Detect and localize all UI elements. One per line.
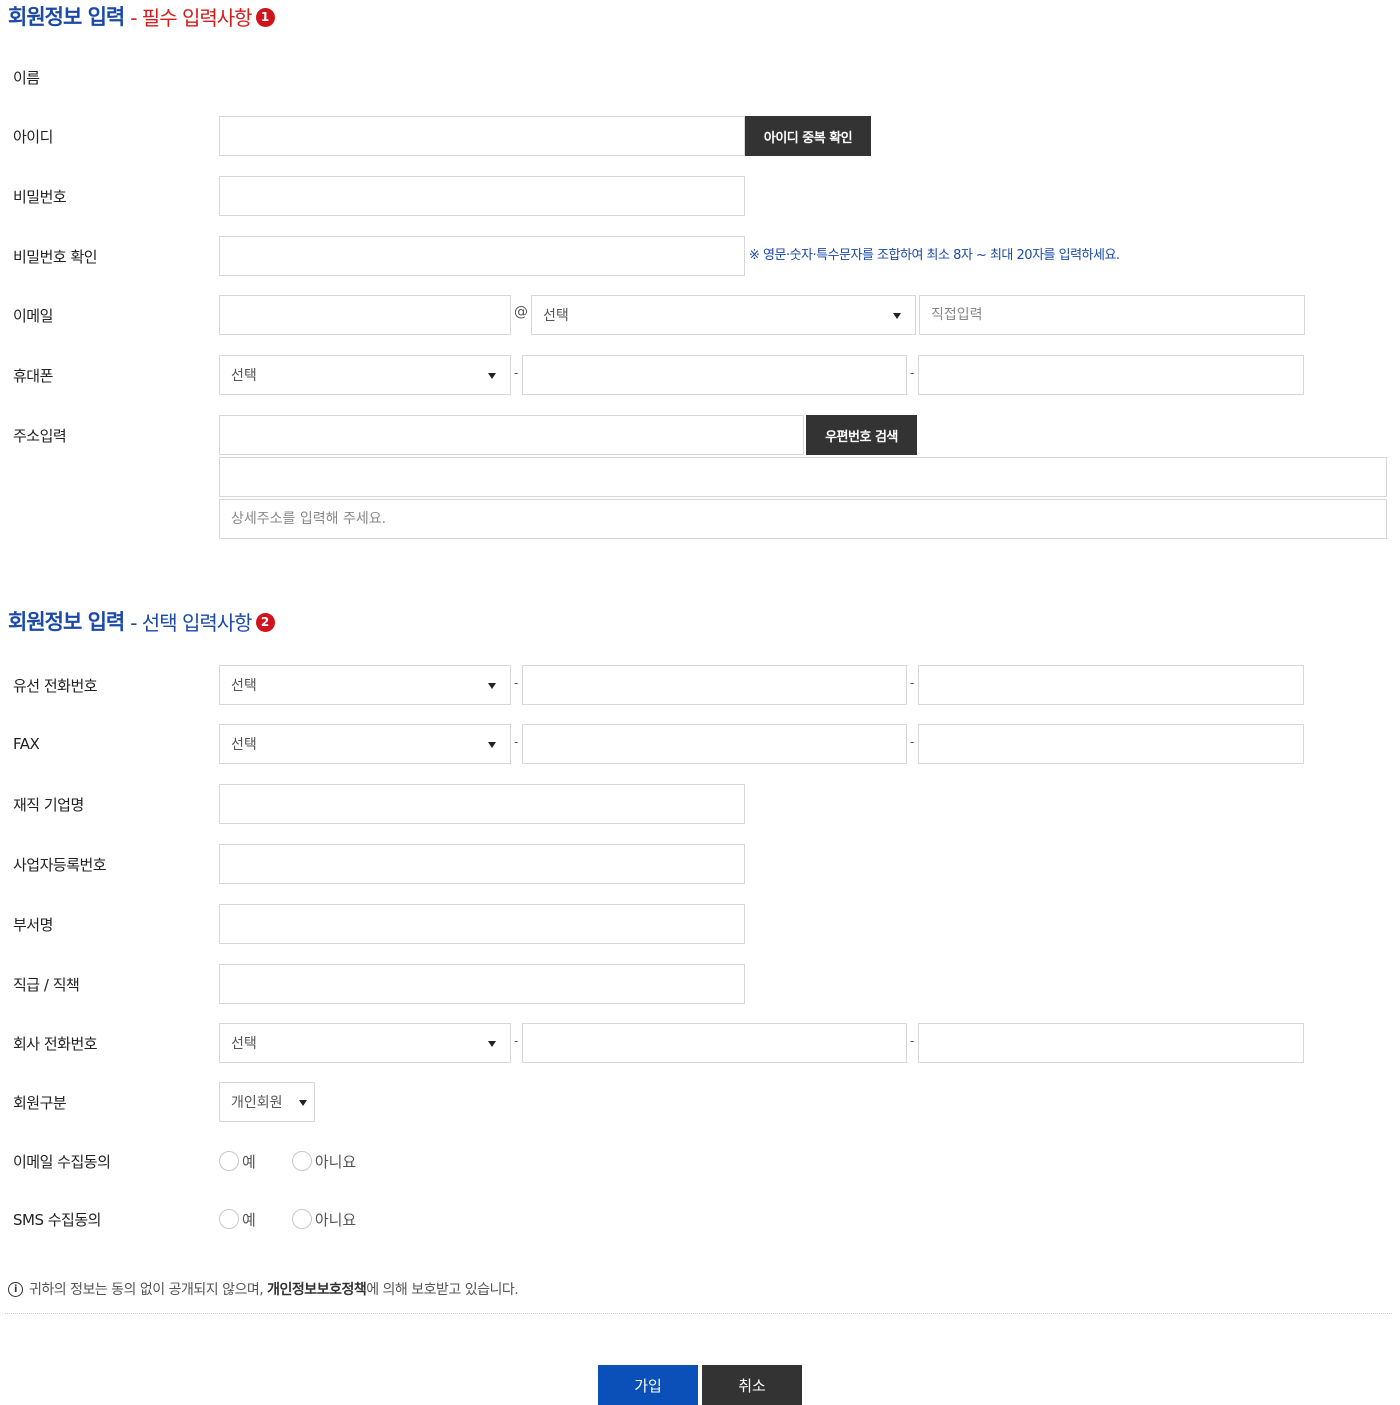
radio-label: 아니요 (314, 1152, 357, 1171)
company-label: 재직 기업명 (13, 795, 84, 814)
caret-down-icon (893, 313, 901, 319)
radio-button[interactable] (219, 1151, 239, 1171)
password-confirm-input[interactable] (219, 236, 745, 276)
password-confirm-label: 비밀번호 확인 (13, 247, 98, 266)
member-type-label: 회원구분 (13, 1093, 67, 1112)
address-input[interactable] (219, 457, 1387, 497)
position-input[interactable] (219, 964, 745, 1004)
divider (5, 1313, 1392, 1314)
fax-prefix-select[interactable]: 선택 (219, 724, 511, 764)
step-badge: 1 (255, 7, 275, 27)
caret-down-icon (488, 373, 496, 379)
company-input[interactable] (219, 784, 745, 824)
dash: - (514, 676, 519, 690)
dash: - (514, 735, 519, 749)
caret-down-icon (488, 1041, 496, 1047)
radio-button[interactable] (219, 1209, 239, 1229)
section-title-main: 회원정보 입력 (8, 610, 125, 634)
business-no-input[interactable] (219, 844, 745, 884)
mobile-last-input[interactable] (918, 355, 1304, 395)
position-label: 직급 / 직책 (13, 975, 80, 994)
fax-last-input[interactable] (918, 724, 1304, 764)
landline-last-input[interactable] (918, 665, 1304, 705)
mobile-middle-input[interactable] (522, 355, 907, 395)
name-label: 이름 (13, 68, 40, 87)
zipcode-input[interactable] (219, 415, 804, 455)
email-consent-label: 이메일 수집동의 (13, 1152, 111, 1171)
address-label: 주소입력 (13, 426, 67, 445)
member-type-select-value: 개인회원 (231, 1095, 283, 1111)
optional-section-title: 회원정보 입력 - 선택 입력사항 2 (8, 605, 275, 637)
dash: - (910, 735, 915, 749)
section-title-main: 회원정보 입력 (8, 5, 125, 29)
password-label: 비밀번호 (13, 187, 67, 206)
section-subtitle: - 선택 입력사항 (130, 610, 252, 635)
dash: - (910, 366, 915, 380)
info-icon: i (8, 1281, 23, 1297)
mobile-prefix-select[interactable]: 선택 (219, 355, 511, 395)
dash: - (910, 1034, 915, 1048)
email-consent-no[interactable]: 아니요 (291, 1151, 357, 1172)
caret-down-icon (488, 683, 496, 689)
company-phone-last-input[interactable] (918, 1023, 1304, 1063)
company-phone-prefix-select-value: 선택 (231, 1036, 257, 1052)
id-input[interactable] (219, 116, 745, 156)
mobile-label: 휴대폰 (13, 366, 53, 385)
department-label: 부서명 (13, 915, 53, 934)
step-badge: 2 (255, 612, 275, 632)
dash: - (910, 676, 915, 690)
privacy-notice: i 귀하의 정보는 동의 없이 공개되지 않으며, 개인정보보호정책 에 의해 … (8, 1279, 519, 1299)
address-detail-input[interactable] (219, 499, 1387, 539)
landline-label: 유선 전화번호 (13, 676, 98, 695)
dash: - (514, 366, 519, 380)
dash: - (514, 1034, 519, 1048)
join-button[interactable]: 가입 (598, 1365, 698, 1405)
required-section-title: 회원정보 입력 - 필수 입력사항 1 (8, 0, 275, 32)
password-hint: ※ 영문·숫자·특수문자를 조합하여 최소 8자 ~ 최대 20자를 입력하세요… (749, 248, 1120, 263)
landline-middle-input[interactable] (522, 665, 907, 705)
sms-consent-no[interactable]: 아니요 (291, 1209, 357, 1230)
email-at-sign: @ (514, 304, 528, 320)
company-phone-prefix-select[interactable]: 선택 (219, 1023, 511, 1063)
id-label: 아이디 (13, 127, 53, 146)
email-domain-select[interactable]: 선택 (531, 295, 916, 335)
email-consent-group: 예 아니요 (219, 1141, 356, 1181)
sms-consent-group: 예 아니요 (219, 1199, 356, 1239)
company-phone-middle-input[interactable] (522, 1023, 907, 1063)
zipcode-search-button[interactable]: 우편번호 검색 (806, 415, 917, 455)
landline-prefix-select[interactable]: 선택 (219, 665, 511, 705)
id-check-button[interactable]: 아이디 중복 확인 (745, 116, 871, 156)
radio-label: 아니요 (314, 1210, 357, 1229)
caret-down-icon (488, 742, 496, 748)
sms-consent-label: SMS 수집동의 (13, 1210, 101, 1229)
radio-label: 예 (242, 1210, 256, 1229)
email-domain-select-value: 선택 (543, 308, 569, 324)
landline-prefix-select-value: 선택 (231, 678, 257, 694)
radio-button[interactable] (291, 1209, 312, 1229)
email-label: 이메일 (13, 306, 53, 325)
fax-prefix-select-value: 선택 (231, 737, 257, 753)
sms-consent-yes[interactable]: 예 (219, 1209, 256, 1230)
business-no-label: 사업자등록번호 (13, 855, 107, 874)
password-input[interactable] (219, 176, 745, 216)
mobile-prefix-select-value: 선택 (231, 368, 257, 384)
email-id-input[interactable] (219, 295, 511, 335)
fax-label: FAX (13, 735, 40, 753)
email-consent-yes[interactable]: 예 (219, 1151, 256, 1172)
email-direct-input[interactable] (919, 295, 1305, 335)
fax-middle-input[interactable] (522, 724, 907, 764)
company-phone-label: 회사 전화번호 (13, 1034, 98, 1053)
notice-text-before: 귀하의 정보는 동의 없이 공개되지 않으며, (29, 1282, 264, 1298)
privacy-policy-link[interactable]: 개인정보보호정책 (267, 1279, 367, 1299)
cancel-button[interactable]: 취소 (702, 1365, 802, 1405)
notice-text-after: 에 의해 보호받고 있습니다. (366, 1282, 519, 1298)
caret-down-icon (299, 1100, 307, 1106)
radio-button[interactable] (291, 1151, 312, 1171)
department-input[interactable] (219, 904, 745, 944)
radio-label: 예 (242, 1152, 256, 1171)
section-subtitle: - 필수 입력사항 (130, 5, 252, 30)
member-type-select[interactable]: 개인회원 (219, 1082, 315, 1122)
